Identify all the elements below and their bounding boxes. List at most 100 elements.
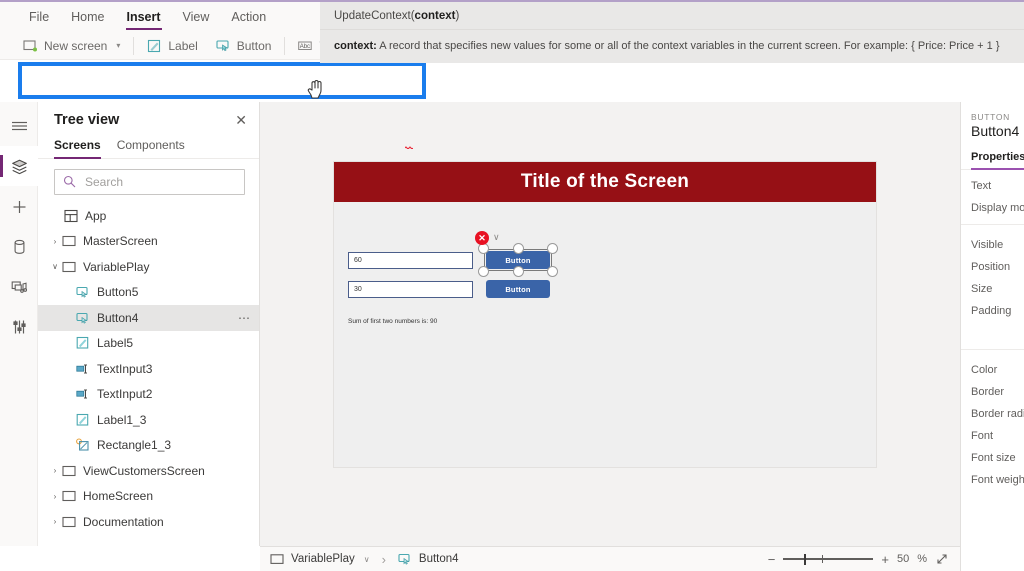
- chevron-right-icon[interactable]: ›: [48, 237, 62, 246]
- canvas-button-5[interactable]: Button: [486, 280, 550, 298]
- breadcrumb-control-label[interactable]: Button4: [419, 553, 459, 565]
- tree-view-button[interactable]: [0, 146, 38, 186]
- zoom-value: 50: [896, 553, 910, 565]
- error-squiggle-icon: [405, 146, 413, 149]
- chevron-down-icon[interactable]: ▾: [116, 41, 120, 50]
- tree-item-label: Documentation: [83, 514, 164, 529]
- new-screen-label: New screen: [44, 38, 108, 53]
- canvas-area[interactable]: Title of the Screen 60 30 Button Button …: [260, 102, 960, 546]
- screen-icon: [62, 464, 76, 478]
- status-bar-left-filler: [0, 546, 260, 571]
- tree-item-label: HomeScreen: [83, 489, 154, 504]
- tree-item-button5[interactable]: Button5: [38, 280, 259, 306]
- tab-components[interactable]: Components: [117, 138, 185, 158]
- menu-item-insert[interactable]: Insert: [116, 6, 172, 30]
- fit-to-screen-icon[interactable]: [935, 552, 950, 566]
- chevron-down-icon-breadcrumb[interactable]: ∨: [364, 555, 370, 564]
- tree-item-button4[interactable]: Button4 ⋯: [38, 305, 259, 331]
- new-screen-button[interactable]: New screen ▾: [14, 36, 129, 56]
- label-icon: [76, 413, 90, 427]
- tree-item-masterscreen[interactable]: › MasterScreen: [38, 229, 259, 255]
- property-row-padding[interactable]: Padding: [961, 295, 1024, 317]
- properties-spacer: [961, 317, 1024, 339]
- delete-control-icon[interactable]: ✕: [475, 231, 489, 245]
- insert-button-button[interactable]: Button: [207, 36, 281, 56]
- hamburger-menu-button[interactable]: [0, 106, 38, 146]
- function-signature: UpdateContext(context): [320, 2, 1024, 30]
- menu-item-view[interactable]: View: [172, 6, 221, 29]
- tree-item-textinput2[interactable]: TextInput2: [38, 382, 259, 408]
- zoom-slider-track: [783, 558, 874, 560]
- property-row-text[interactable]: Text: [961, 170, 1024, 192]
- tree-item-label: Label5: [97, 336, 134, 351]
- tree-item-textinput3[interactable]: TextInput3: [38, 356, 259, 382]
- data-sources-button[interactable]: [0, 226, 38, 266]
- zoom-in-button[interactable]: +: [881, 553, 889, 566]
- property-row-font-weight[interactable]: Font weight: [961, 464, 1024, 486]
- menu-item-action[interactable]: Action: [220, 6, 277, 29]
- tree-item-variableplay[interactable]: ∨ VariablePlay: [38, 254, 259, 280]
- tree-item-label5[interactable]: Label5: [38, 331, 259, 357]
- property-row-display-mode[interactable]: Display mod: [961, 192, 1024, 214]
- button-icon: [398, 552, 413, 566]
- menu-item-file[interactable]: File: [18, 6, 60, 29]
- canvas-textinput-2[interactable]: 30: [348, 281, 473, 298]
- chevron-right-icon[interactable]: ›: [48, 466, 62, 475]
- resize-handle-bottom-center[interactable]: [512, 266, 524, 277]
- tree-item-label1-3[interactable]: Label1_3: [38, 407, 259, 433]
- resize-handle-bottom-left[interactable]: [478, 266, 489, 277]
- property-row-font-size[interactable]: Font size: [961, 442, 1024, 464]
- chevron-down-icon[interactable]: ∨: [48, 262, 62, 271]
- property-row-border[interactable]: Border: [961, 376, 1024, 398]
- zoom-slider-tick: [822, 555, 824, 563]
- screen-icon: [62, 489, 76, 503]
- resize-handle-top-center[interactable]: [512, 243, 524, 254]
- property-row-border-radius[interactable]: Border radiu: [961, 398, 1024, 420]
- tree-item-app[interactable]: App: [38, 203, 259, 229]
- status-bar: VariablePlay ∨ › Button4 − + 50 %: [260, 546, 960, 571]
- property-row-color[interactable]: Color: [961, 349, 1024, 376]
- insert-panel-button[interactable]: [0, 186, 38, 226]
- media-button[interactable]: [0, 266, 38, 306]
- zoom-slider-thumb[interactable]: [804, 553, 807, 565]
- tree-item-rectangle1-3[interactable]: Rectangle1_3: [38, 433, 259, 459]
- zoom-out-button[interactable]: −: [768, 553, 776, 566]
- search-placeholder: Search: [85, 175, 124, 189]
- breadcrumb-screen-label[interactable]: VariablePlay: [291, 553, 355, 565]
- app-screen-preview[interactable]: Title of the Screen 60 30 Button Button …: [334, 162, 876, 467]
- tree-item-viewcustomersscreen[interactable]: › ViewCustomersScreen: [38, 458, 259, 484]
- property-row-font[interactable]: Font: [961, 420, 1024, 442]
- search-icon: [63, 175, 78, 189]
- search-input[interactable]: Search: [54, 169, 245, 195]
- tab-screens[interactable]: Screens: [54, 138, 101, 159]
- zoom-slider[interactable]: [783, 553, 874, 565]
- button-icon: [216, 39, 231, 53]
- tab-properties[interactable]: Properties: [971, 151, 1024, 170]
- screen-icon: [62, 260, 76, 274]
- menu-item-home[interactable]: Home: [60, 6, 115, 29]
- app-icon: [64, 209, 78, 223]
- chevron-right-icon[interactable]: ›: [48, 517, 62, 526]
- label-icon: [76, 336, 90, 350]
- tree-item-label: TextInput3: [97, 361, 153, 376]
- insert-label-button[interactable]: Label: [138, 36, 206, 56]
- canvas-textinput-1[interactable]: 60: [348, 252, 473, 269]
- property-row-size[interactable]: Size: [961, 273, 1024, 295]
- tree-view-header: Tree view ✕: [38, 102, 259, 134]
- tree-item-documentation[interactable]: › Documentation: [38, 509, 259, 535]
- tree-item-homescreen[interactable]: › HomeScreen: [38, 484, 259, 510]
- zoom-controls: − + 50 %: [768, 552, 950, 566]
- close-icon[interactable]: ✕: [235, 113, 247, 127]
- advanced-settings-button[interactable]: [0, 306, 38, 346]
- resize-handle-bottom-right[interactable]: [547, 266, 558, 277]
- ribbon-divider: [133, 36, 135, 55]
- tree-item-label: Button4: [97, 310, 139, 325]
- property-row-position[interactable]: Position: [961, 251, 1024, 273]
- tree-item-label: App: [85, 208, 107, 223]
- resize-handle-top-right[interactable]: [547, 243, 558, 254]
- more-options-icon[interactable]: ⋯: [238, 311, 251, 325]
- property-row-visible[interactable]: Visible: [961, 224, 1024, 251]
- selection-chevron-down-icon[interactable]: ∨: [493, 232, 500, 243]
- selection-adorner: ✕ ∨: [475, 231, 558, 277]
- chevron-right-icon[interactable]: ›: [48, 492, 62, 501]
